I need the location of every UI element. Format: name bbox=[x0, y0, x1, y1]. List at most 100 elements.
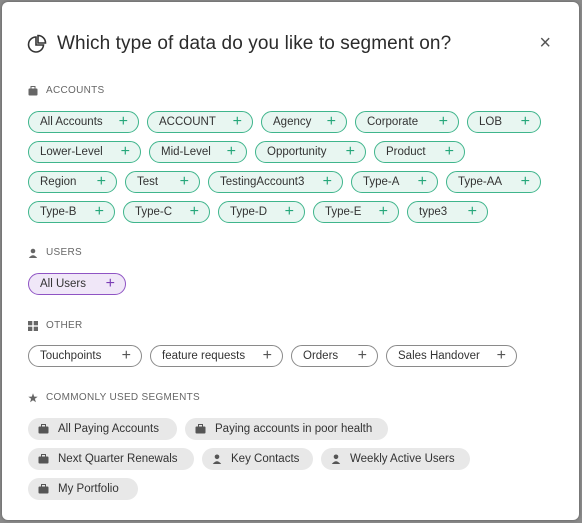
common-chip-key-contacts[interactable]: Key Contacts bbox=[202, 448, 313, 470]
accounts-chip-type3[interactable]: type3 + bbox=[407, 201, 488, 223]
common-section-label: COMMONLY USED SEGMENTS bbox=[28, 392, 200, 403]
plus-icon[interactable]: + bbox=[285, 204, 294, 220]
common-chip-next-quarter-renewals[interactable]: Next Quarter Renewals bbox=[28, 448, 194, 470]
other-chip-sales-handover[interactable]: Sales Handover + bbox=[386, 345, 517, 367]
chip-label: Corporate bbox=[367, 116, 419, 128]
plus-icon[interactable]: + bbox=[418, 174, 427, 190]
accounts-chip-row: Lower-Level + Mid-Level + Opportunity + Produc… bbox=[28, 137, 559, 167]
pie-chart-icon bbox=[27, 34, 47, 53]
accounts-chip-type-b[interactable]: Type-B + bbox=[28, 201, 115, 223]
users-chip-all-users[interactable]: All Users + bbox=[28, 273, 126, 295]
plus-icon[interactable]: + bbox=[327, 114, 336, 130]
segment-type-dialog: Which type of data do you like to segmen… bbox=[2, 2, 579, 520]
briefcase-icon bbox=[38, 454, 58, 464]
chip-label: Lower-Level bbox=[40, 146, 103, 158]
chip-label: My Portfolio bbox=[58, 483, 119, 495]
plus-icon[interactable]: + bbox=[263, 348, 272, 364]
plus-icon[interactable]: + bbox=[346, 144, 355, 160]
common-chip-all-paying-accounts[interactable]: All Paying Accounts bbox=[28, 418, 177, 440]
accounts-chip-type-c[interactable]: Type-C + bbox=[123, 201, 210, 223]
accounts-chip-group: All Accounts + ACCOUNT + Agency + Corporate + LO… bbox=[28, 107, 559, 227]
accounts-chip-product[interactable]: Product + bbox=[374, 141, 465, 163]
plus-icon[interactable]: + bbox=[190, 204, 199, 220]
users-chip-group: All Users + bbox=[28, 269, 559, 299]
user-icon bbox=[28, 248, 38, 258]
other-chip-orders[interactable]: Orders + bbox=[291, 345, 378, 367]
chip-label: Agency bbox=[273, 116, 312, 128]
plus-icon[interactable]: + bbox=[122, 348, 131, 364]
common-chip-my-portfolio[interactable]: My Portfolio bbox=[28, 478, 138, 500]
accounts-chip-testingaccount3[interactable]: TestingAccount3 + bbox=[208, 171, 343, 193]
plus-icon[interactable]: + bbox=[358, 348, 367, 364]
users-section-label: USERS bbox=[28, 247, 82, 258]
plus-icon[interactable]: + bbox=[521, 174, 530, 190]
chip-label: All Users bbox=[40, 278, 87, 290]
accounts-chip-all-accounts[interactable]: All Accounts + bbox=[28, 111, 139, 133]
briefcase-icon bbox=[38, 484, 58, 494]
chip-label: Mid-Level bbox=[161, 146, 211, 158]
other-section-label: OTHER bbox=[28, 320, 83, 331]
user-icon bbox=[212, 454, 231, 464]
plus-icon[interactable]: + bbox=[119, 114, 128, 130]
plus-icon[interactable]: + bbox=[97, 174, 106, 190]
plus-icon[interactable]: + bbox=[180, 174, 189, 190]
accounts-chip-agency[interactable]: Agency + bbox=[261, 111, 347, 133]
common-chip-weekly-active-users[interactable]: Weekly Active Users bbox=[321, 448, 470, 470]
users-chip-row: All Users + bbox=[28, 269, 559, 299]
chip-label: Type-B bbox=[40, 206, 77, 218]
chip-label: type3 bbox=[419, 206, 448, 218]
common-chip-row: All Paying Accounts Paying accounts in po… bbox=[28, 414, 559, 444]
accounts-chip-row: Region + Test + TestingAccount3 + Type-A + Type-… bbox=[28, 167, 559, 197]
plus-icon[interactable]: + bbox=[521, 114, 530, 130]
accounts-chip-opportunity[interactable]: Opportunity + bbox=[255, 141, 366, 163]
briefcase-icon bbox=[38, 424, 58, 434]
other-chip-feature-requests[interactable]: feature requests + bbox=[150, 345, 283, 367]
chip-label: Type-E bbox=[325, 206, 362, 218]
chip-label: Test bbox=[137, 176, 159, 188]
plus-icon[interactable]: + bbox=[233, 114, 242, 130]
accounts-chip-region[interactable]: Region + bbox=[28, 171, 117, 193]
accounts-chip-account[interactable]: ACCOUNT + bbox=[147, 111, 253, 133]
accounts-chip-lob[interactable]: LOB + bbox=[467, 111, 541, 133]
briefcase-icon bbox=[195, 424, 215, 434]
plus-icon[interactable]: + bbox=[95, 204, 104, 220]
other-chip-row: Touchpoints + feature requests + Orders + Sale… bbox=[28, 341, 559, 371]
plus-icon[interactable]: + bbox=[106, 276, 115, 292]
dialog-title: Which type of data do you like to segmen… bbox=[57, 33, 452, 54]
accounts-chip-corporate[interactable]: Corporate + bbox=[355, 111, 459, 133]
plus-icon[interactable]: + bbox=[379, 204, 388, 220]
plus-icon[interactable]: + bbox=[439, 114, 448, 130]
plus-icon[interactable]: + bbox=[468, 204, 477, 220]
chip-label: Weekly Active Users bbox=[350, 453, 455, 465]
chip-label: Type-C bbox=[135, 206, 173, 218]
common-chip-paying-accounts-in-poor-health[interactable]: Paying accounts in poor health bbox=[185, 418, 388, 440]
dialog-header: Which type of data do you like to segmen… bbox=[27, 30, 559, 58]
common-chip-row: Next Quarter Renewals Key Contacts Weekly … bbox=[28, 444, 559, 474]
chip-label: Orders bbox=[303, 350, 339, 362]
plus-icon[interactable]: + bbox=[227, 144, 236, 160]
accounts-chip-type-d[interactable]: Type-D + bbox=[218, 201, 305, 223]
chip-label: Touchpoints bbox=[40, 350, 102, 362]
accounts-chip-row: All Accounts + ACCOUNT + Agency + Corporate + LO… bbox=[28, 107, 559, 137]
plus-icon[interactable]: + bbox=[445, 144, 454, 160]
chip-label: Opportunity bbox=[267, 146, 327, 158]
close-icon[interactable]: × bbox=[539, 33, 551, 53]
plus-icon[interactable]: + bbox=[497, 348, 506, 364]
plus-icon[interactable]: + bbox=[121, 144, 130, 160]
other-chip-touchpoints[interactable]: Touchpoints + bbox=[28, 345, 142, 367]
chip-label: LOB bbox=[479, 116, 503, 128]
accounts-chip-type-aa[interactable]: Type-AA + bbox=[446, 171, 541, 193]
accounts-chip-test[interactable]: Test + bbox=[125, 171, 200, 193]
chip-label: Paying accounts in poor health bbox=[215, 423, 373, 435]
plus-icon[interactable]: + bbox=[323, 174, 332, 190]
accounts-chip-lower-level[interactable]: Lower-Level + bbox=[28, 141, 141, 163]
accounts-chip-mid-level[interactable]: Mid-Level + bbox=[149, 141, 247, 163]
chip-label: Region bbox=[40, 176, 77, 188]
chip-label: Sales Handover bbox=[398, 350, 480, 362]
grid-icon bbox=[28, 320, 38, 331]
accounts-chip-type-e[interactable]: Type-E + bbox=[313, 201, 399, 223]
chip-label: Type-A bbox=[363, 176, 400, 188]
user-icon bbox=[331, 454, 350, 464]
chip-label: Type-D bbox=[230, 206, 268, 218]
accounts-chip-type-a[interactable]: Type-A + bbox=[351, 171, 438, 193]
